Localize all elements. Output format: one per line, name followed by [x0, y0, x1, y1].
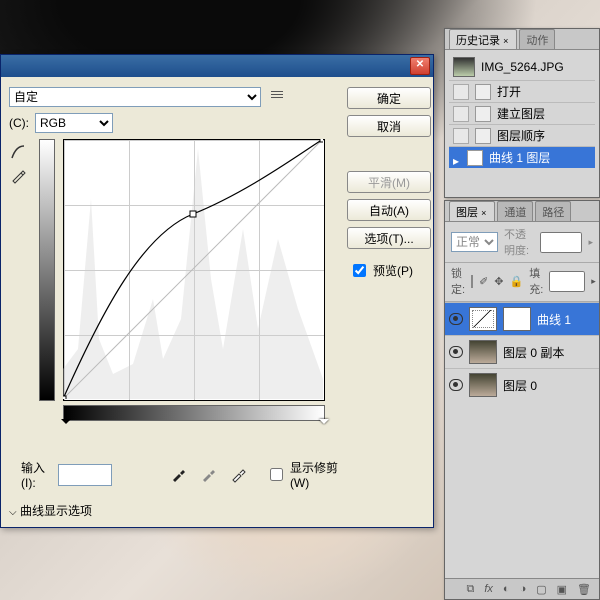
document-thumbnail: [453, 57, 475, 77]
step-label: 打开: [497, 83, 521, 100]
pencil-tool-icon[interactable]: [9, 167, 27, 185]
blend-mode-select[interactable]: 正常: [451, 232, 498, 252]
fx-icon[interactable]: fx: [484, 583, 493, 595]
snapshot-slot: [453, 128, 469, 144]
input-gradient: [63, 405, 325, 421]
white-eyedropper-icon[interactable]: [230, 467, 246, 483]
ok-button[interactable]: 确定: [347, 87, 431, 109]
current-step-icon: ▸: [453, 154, 461, 162]
lock-transparency-icon[interactable]: [471, 275, 473, 288]
input-label: 输入(I):: [21, 459, 52, 490]
channel-label: (C):: [9, 116, 29, 130]
layer-thumbnail[interactable]: [469, 373, 497, 397]
preset-menu-icon[interactable]: [271, 91, 283, 103]
step-label: 建立图层: [497, 105, 545, 122]
trash-icon[interactable]: 🗑: [577, 583, 591, 596]
lock-all-icon[interactable]: 🔒: [510, 275, 524, 288]
history-document[interactable]: IMG_5264.JPG: [449, 54, 595, 80]
smooth-button: 平滑(M): [347, 171, 431, 193]
fill-field[interactable]: [549, 271, 585, 292]
input-value-field[interactable]: [58, 464, 112, 486]
layer-mask-thumbnail[interactable]: [503, 307, 531, 331]
history-step[interactable]: 打开: [449, 80, 595, 102]
preset-select[interactable]: 自定: [9, 87, 261, 107]
gray-eyedropper-icon[interactable]: [200, 467, 216, 483]
layers-footer: ⧉ fx ◐ ◑ ▢ ▣ 🗑: [445, 578, 599, 599]
new-layer-icon[interactable]: ▣: [557, 583, 567, 596]
close-icon[interactable]: ×: [479, 206, 488, 220]
tab-history[interactable]: 历史记录 ×: [449, 29, 517, 49]
curves-dialog: ✕ 自定 (C): RGB: [0, 54, 434, 528]
layer-thumbnail[interactable]: [469, 340, 497, 364]
curves-grid[interactable]: [39, 139, 339, 429]
lock-brush-icon[interactable]: ✐: [479, 275, 488, 288]
history-step[interactable]: 图层顺序: [449, 124, 595, 146]
document-name: IMG_5264.JPG: [481, 60, 564, 74]
opacity-label: 不透明度:: [504, 226, 534, 258]
lock-move-icon[interactable]: ✥: [494, 275, 503, 288]
lock-label: 锁定:: [451, 265, 465, 297]
display-options-expander[interactable]: ⌵ 曲线显示选项: [9, 502, 339, 519]
tab-layers[interactable]: 图层 ×: [449, 201, 495, 221]
mask-icon[interactable]: ◐: [503, 583, 510, 595]
link-icon[interactable]: ⧉: [466, 583, 474, 596]
snapshot-slot: [453, 84, 469, 100]
layer-row[interactable]: 曲线 1: [445, 302, 599, 335]
layer-row[interactable]: 图层 0: [445, 368, 599, 401]
show-clipping-checkbox[interactable]: 显示修剪(W): [266, 459, 339, 490]
close-icon[interactable]: ×: [501, 34, 510, 48]
layer-name: 曲线 1: [537, 311, 571, 328]
history-step[interactable]: ▸ 曲线 1 图层: [449, 146, 595, 168]
snapshot-slot: [453, 106, 469, 122]
output-gradient: [39, 139, 55, 401]
channel-select[interactable]: RGB: [35, 113, 113, 133]
history-panel: 历史记录 × 动作 IMG_5264.JPG 打开建立图层图层顺序 ▸ 曲线 1 图…: [444, 28, 600, 198]
visibility-eye-icon[interactable]: [449, 346, 463, 358]
cancel-button[interactable]: 取消: [347, 115, 431, 137]
history-step[interactable]: 建立图层: [449, 102, 595, 124]
options-button[interactable]: 选项(T)...: [347, 227, 431, 249]
layer-row[interactable]: 图层 0 副本: [445, 335, 599, 368]
step-icon: [475, 106, 491, 122]
fill-label: 填充:: [529, 265, 543, 297]
layer-name: 图层 0 副本: [503, 344, 564, 361]
preview-checkbox[interactable]: 预览(P): [349, 261, 431, 280]
tab-channels[interactable]: 通道: [497, 201, 533, 221]
step-icon: [475, 84, 491, 100]
close-icon[interactable]: ✕: [410, 57, 430, 75]
layer-thumbnail[interactable]: [469, 307, 497, 331]
step-icon: [475, 128, 491, 144]
step-label: 曲线 1 图层: [489, 149, 550, 166]
visibility-eye-icon[interactable]: [449, 379, 463, 391]
black-point-slider[interactable]: [61, 419, 71, 429]
tab-paths[interactable]: 路径: [535, 201, 571, 221]
layer-name: 图层 0: [503, 377, 537, 394]
curve-tool-icon[interactable]: [9, 143, 27, 161]
tab-actions[interactable]: 动作: [519, 29, 555, 49]
group-icon[interactable]: ▢: [536, 583, 546, 596]
white-point-slider[interactable]: [319, 419, 329, 429]
black-eyedropper-icon[interactable]: [170, 467, 186, 483]
step-label: 图层顺序: [497, 127, 545, 144]
auto-button[interactable]: 自动(A): [347, 199, 431, 221]
visibility-eye-icon[interactable]: [449, 313, 463, 325]
opacity-field[interactable]: [540, 232, 582, 253]
dialog-titlebar[interactable]: ✕: [1, 55, 433, 77]
layers-panel: 图层 × 通道 路径 正常 不透明度: ▸ 锁定: ✐ ✥ 🔒 填充: ▸ 曲线…: [444, 200, 600, 600]
adjustment-icon[interactable]: ◑: [520, 583, 527, 595]
step-icon: [467, 150, 483, 166]
